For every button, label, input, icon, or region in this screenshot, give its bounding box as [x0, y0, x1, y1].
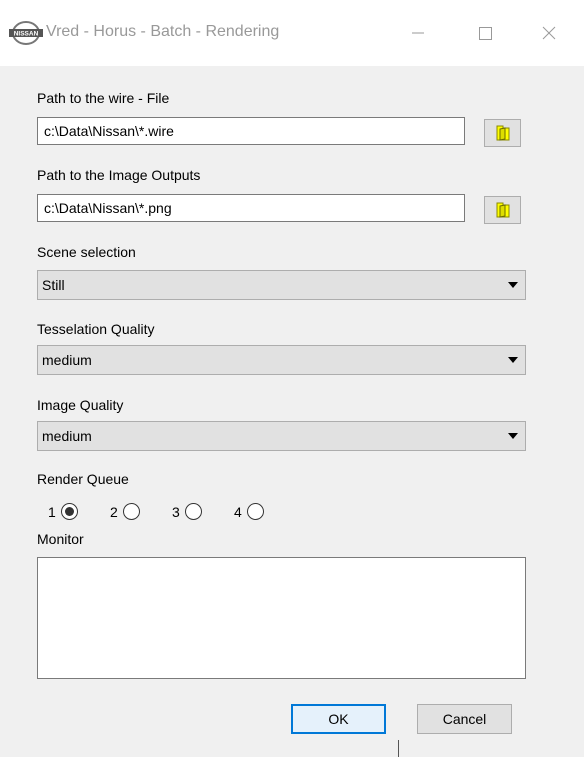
- output-path-input[interactable]: [37, 194, 465, 222]
- radio-button-circle[interactable]: [247, 503, 264, 520]
- render-queue-label: Render Queue: [37, 471, 129, 487]
- minimize-button[interactable]: [395, 16, 441, 50]
- folder-icon: [496, 202, 510, 218]
- queue-radio-label: 1: [48, 504, 56, 520]
- minimize-icon: [412, 32, 424, 34]
- chevron-down-icon: [508, 357, 518, 363]
- radio-button-circle[interactable]: [123, 503, 140, 520]
- radio-button-circle[interactable]: [185, 503, 202, 520]
- queue-radio-label: 4: [234, 504, 242, 520]
- image-quality-dropdown[interactable]: medium: [37, 421, 526, 451]
- nissan-logo-text: NISSAN: [14, 31, 39, 38]
- chevron-down-icon: [508, 433, 518, 439]
- close-icon: [542, 26, 556, 40]
- browse-wire-button[interactable]: [484, 119, 521, 147]
- monitor-textarea[interactable]: [37, 557, 526, 679]
- window-frame-edge: [398, 740, 399, 757]
- wire-path-label: Path to the wire - File: [37, 90, 170, 106]
- wire-path-input[interactable]: [37, 117, 465, 145]
- ok-button[interactable]: OK: [291, 704, 386, 734]
- nissan-logo-icon: NISSAN: [8, 21, 44, 45]
- tesselation-quality-dropdown[interactable]: medium: [37, 345, 526, 375]
- scene-selection-value: Still: [42, 277, 65, 293]
- scene-selection-dropdown[interactable]: Still: [37, 270, 526, 300]
- image-quality-value: medium: [42, 428, 92, 444]
- scene-selection-label: Scene selection: [37, 244, 136, 260]
- radio-selected-dot: [65, 507, 74, 516]
- folder-icon: [496, 125, 510, 141]
- render-queue-radio-group: 1 2 3 4: [48, 502, 288, 524]
- maximize-button[interactable]: [462, 16, 508, 50]
- tesselation-quality-value: medium: [42, 352, 92, 368]
- tesselation-quality-label: Tesselation Quality: [37, 321, 155, 337]
- monitor-label: Monitor: [37, 531, 84, 547]
- output-path-label: Path to the Image Outputs: [37, 167, 201, 183]
- chevron-down-icon: [508, 282, 518, 288]
- radio-button-circle[interactable]: [61, 503, 78, 520]
- close-button[interactable]: [526, 16, 572, 50]
- browse-output-button[interactable]: [484, 196, 521, 224]
- queue-radio-label: 2: [110, 504, 118, 520]
- image-quality-label: Image Quality: [37, 397, 124, 413]
- dialog-body: Path to the wire - File Path to the Imag…: [0, 66, 584, 757]
- cancel-button[interactable]: Cancel: [417, 704, 512, 734]
- maximize-icon: [479, 27, 492, 40]
- queue-radio-label: 3: [172, 504, 180, 520]
- window-title: Vred - Horus - Batch - Rendering: [46, 23, 280, 40]
- title-bar: NISSAN Vred - Horus - Batch - Rendering: [0, 0, 584, 66]
